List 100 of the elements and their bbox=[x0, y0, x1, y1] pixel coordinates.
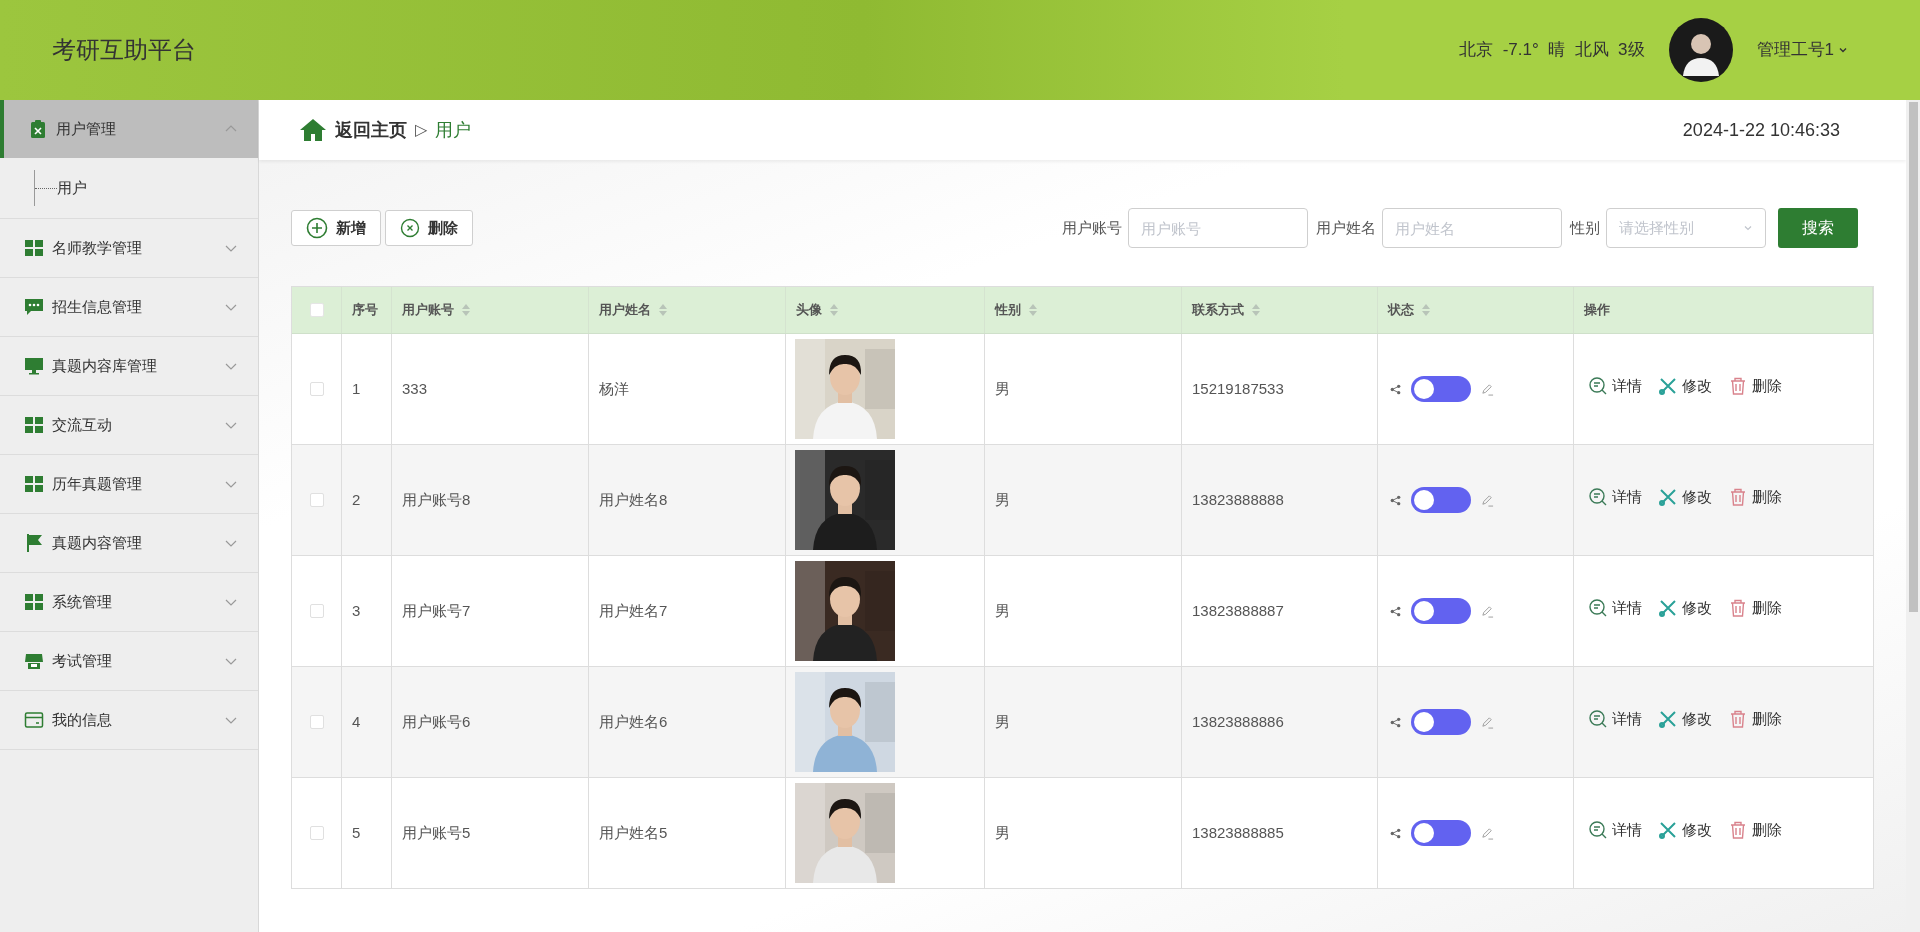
select-all-checkbox[interactable] bbox=[309, 303, 324, 317]
status-switch[interactable] bbox=[1411, 598, 1471, 624]
delete-button[interactable]: 删除 bbox=[1728, 374, 1782, 398]
share-icon[interactable] bbox=[1390, 716, 1401, 728]
edit-button[interactable]: 修改 bbox=[1658, 485, 1712, 509]
table-cell-text: 用户姓名6 bbox=[599, 711, 668, 732]
card-icon bbox=[24, 710, 44, 730]
sidebar-item[interactable]: 系统管理 bbox=[0, 573, 258, 631]
table-cell-text: 用户姓名8 bbox=[599, 489, 668, 510]
delete-button[interactable]: 删除 bbox=[1728, 707, 1782, 731]
table-cell-text: 3 bbox=[352, 600, 361, 621]
sidebar-item[interactable]: 我的信息 bbox=[0, 691, 258, 749]
table-cell-text: 5 bbox=[352, 822, 361, 843]
filter-label: 用户账号 bbox=[1062, 217, 1122, 238]
row-checkbox[interactable] bbox=[309, 382, 324, 396]
delete-button[interactable]: 删除 bbox=[385, 210, 473, 246]
tools-icon bbox=[1658, 709, 1678, 729]
home-icon[interactable] bbox=[299, 118, 327, 142]
status-switch[interactable] bbox=[1411, 709, 1471, 735]
sidebar-item[interactable]: 考试管理 bbox=[0, 632, 258, 690]
details-button[interactable]: 详情 bbox=[1588, 485, 1642, 509]
table-cell-text: 15219187533 bbox=[1192, 378, 1284, 399]
tools-icon bbox=[1658, 598, 1678, 618]
weather-text: 北京 -7.1° 晴 北风 3级 bbox=[1459, 39, 1645, 62]
column-header: 性别 bbox=[985, 287, 1182, 333]
sidebar-item[interactable]: 用户管理 bbox=[0, 100, 258, 158]
details-button[interactable]: 详情 bbox=[1588, 707, 1642, 731]
table-cell-text: 333 bbox=[402, 378, 428, 399]
grid-icon bbox=[24, 238, 44, 258]
clipboard-icon bbox=[28, 119, 48, 139]
table-cell-text: 用户姓名5 bbox=[599, 822, 668, 843]
home-link[interactable]: 返回主页 bbox=[335, 116, 407, 144]
magnifier-icon bbox=[1588, 598, 1608, 618]
details-button[interactable]: 详情 bbox=[1588, 596, 1642, 620]
delete-button[interactable]: 删除 bbox=[1728, 818, 1782, 842]
share-icon[interactable] bbox=[1390, 494, 1401, 506]
trash-icon bbox=[1728, 598, 1748, 618]
table-cell-text: 男 bbox=[995, 600, 1010, 621]
delete-button[interactable]: 删除 bbox=[1728, 596, 1782, 620]
status-switch[interactable] bbox=[1411, 376, 1471, 402]
sidebar-item[interactable]: 交流互动 bbox=[0, 396, 258, 454]
pencil-icon[interactable] bbox=[1481, 826, 1494, 840]
search-button[interactable]: 搜索 bbox=[1778, 208, 1858, 248]
tools-icon bbox=[1658, 376, 1678, 396]
row-checkbox[interactable] bbox=[309, 493, 324, 507]
store-icon bbox=[24, 651, 44, 671]
pencil-icon[interactable] bbox=[1481, 493, 1494, 507]
share-icon[interactable] bbox=[1390, 827, 1401, 839]
status-switch[interactable] bbox=[1411, 487, 1471, 513]
table-cell-text: 男 bbox=[995, 711, 1010, 732]
sidebar-subitem[interactable]: 用户 bbox=[57, 176, 87, 200]
sidebar-item[interactable]: 招生信息管理 bbox=[0, 278, 258, 336]
edit-button[interactable]: 修改 bbox=[1658, 707, 1712, 731]
table-cell-text: 2 bbox=[352, 489, 361, 510]
sort-icon[interactable] bbox=[1029, 304, 1037, 316]
search-field[interactable]: 用户姓名 bbox=[1382, 208, 1562, 248]
search-field[interactable]: 用户账号 bbox=[1128, 208, 1308, 248]
sidebar-item[interactable]: 真题内容管理 bbox=[0, 514, 258, 572]
chat-icon bbox=[24, 297, 44, 317]
column-header: 用户姓名 bbox=[589, 287, 786, 333]
breadcrumb-current: 用户 bbox=[435, 118, 471, 142]
share-icon[interactable] bbox=[1390, 383, 1401, 395]
magnifier-icon bbox=[1588, 820, 1608, 840]
grid-icon bbox=[24, 415, 44, 435]
edit-button[interactable]: 修改 bbox=[1658, 818, 1712, 842]
details-button[interactable]: 详情 bbox=[1588, 818, 1642, 842]
table-cell-text: 用户账号5 bbox=[402, 822, 471, 843]
row-checkbox[interactable] bbox=[309, 715, 324, 729]
sidebar-item[interactable]: 真题内容库管理 bbox=[0, 337, 258, 395]
details-button[interactable]: 详情 bbox=[1588, 374, 1642, 398]
add-button[interactable]: 新增 bbox=[291, 210, 381, 246]
sort-icon[interactable] bbox=[462, 304, 470, 316]
sort-icon[interactable] bbox=[830, 304, 838, 316]
sidebar-item[interactable]: 名师教学管理 bbox=[0, 219, 258, 277]
row-checkbox[interactable] bbox=[309, 826, 324, 840]
table-cell-text: 男 bbox=[995, 822, 1010, 843]
share-icon[interactable] bbox=[1390, 605, 1401, 617]
trash-icon bbox=[1728, 820, 1748, 840]
table-cell-text: 用户账号8 bbox=[402, 489, 471, 510]
table-cell-text: 男 bbox=[995, 489, 1010, 510]
table-cell-text: 13823888887 bbox=[1192, 600, 1284, 621]
avatar-icon[interactable] bbox=[1668, 18, 1733, 82]
sidebar-item[interactable]: 历年真题管理 bbox=[0, 455, 258, 513]
pencil-icon[interactable] bbox=[1481, 604, 1494, 618]
column-header: 操作 bbox=[1574, 287, 1873, 333]
user-menu[interactable]: 管理工号1 bbox=[1756, 37, 1848, 63]
sort-icon[interactable] bbox=[1252, 304, 1260, 316]
row-checkbox[interactable] bbox=[309, 604, 324, 618]
pencil-icon[interactable] bbox=[1481, 715, 1494, 729]
status-switch[interactable] bbox=[1411, 820, 1471, 846]
app-title: 考研互助平台 bbox=[52, 35, 196, 65]
edit-button[interactable]: 修改 bbox=[1658, 596, 1712, 620]
sort-icon[interactable] bbox=[1422, 304, 1430, 316]
sort-icon[interactable] bbox=[659, 304, 667, 316]
edit-button[interactable]: 修改 bbox=[1658, 374, 1712, 398]
table-cell-text: 4 bbox=[352, 711, 361, 732]
pencil-icon[interactable] bbox=[1481, 382, 1494, 396]
delete-button[interactable]: 删除 bbox=[1728, 485, 1782, 509]
magnifier-icon bbox=[1588, 487, 1608, 507]
grid-icon bbox=[24, 592, 44, 612]
